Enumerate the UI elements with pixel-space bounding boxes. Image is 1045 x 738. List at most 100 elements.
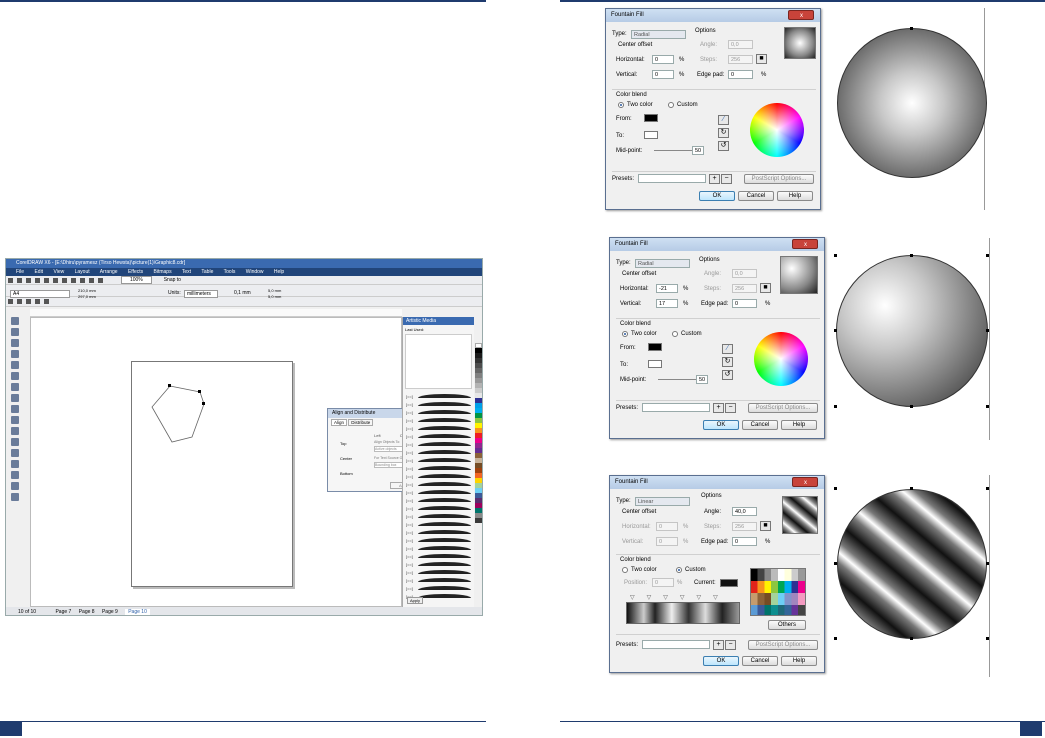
steps-field[interactable]: 256 xyxy=(728,55,753,64)
horizontal-field[interactable]: -21 xyxy=(656,284,678,293)
nudge-distance[interactable]: 0,1 mm xyxy=(234,290,251,296)
menu-tools[interactable]: Tools xyxy=(224,269,236,275)
lock-icon[interactable]: ■ xyxy=(760,521,771,531)
print-icon[interactable] xyxy=(35,278,40,283)
counterclockwise-path-icon[interactable]: ↻ xyxy=(722,357,733,367)
duplicate-y[interactable]: 5,0 mm xyxy=(268,294,281,299)
connector-tool-icon[interactable] xyxy=(11,449,19,457)
from-color-swatch[interactable] xyxy=(644,114,658,122)
tool-icon[interactable] xyxy=(44,299,49,304)
add-preset-icon[interactable]: + xyxy=(709,174,720,184)
brush-stroke-item[interactable]: [==] xyxy=(406,441,471,447)
zoom-tool-icon[interactable] xyxy=(11,350,19,358)
vertical-field[interactable]: 0 xyxy=(652,70,674,79)
export-icon[interactable] xyxy=(98,278,103,283)
close-icon[interactable] xyxy=(792,239,818,252)
custom-color-palette[interactable] xyxy=(750,568,806,616)
redo-icon[interactable] xyxy=(80,278,85,283)
counterclockwise-path-icon[interactable]: ↻ xyxy=(718,128,729,138)
menu-file[interactable]: File xyxy=(16,269,24,275)
cancel-button[interactable]: Cancel xyxy=(738,191,774,201)
dimension-tool-icon[interactable] xyxy=(11,438,19,446)
snap-to[interactable]: Snap to xyxy=(164,277,181,283)
cut-icon[interactable] xyxy=(44,278,49,283)
menu-layout[interactable]: Layout xyxy=(75,269,90,275)
page-width[interactable]: 210,0 mm xyxy=(78,288,96,293)
steps-field[interactable]: 256 xyxy=(732,522,757,531)
page-tab-active[interactable]: Page 10 xyxy=(125,609,150,615)
brush-stroke-item[interactable]: [==] xyxy=(406,465,471,471)
type-select[interactable]: Radial xyxy=(635,259,690,268)
brush-stroke-list[interactable]: [==] [==] [==] [==] [==] [==] [==] [==] … xyxy=(403,391,474,606)
brush-stroke-item[interactable]: [==] xyxy=(406,417,471,423)
menu-text[interactable]: Text xyxy=(182,269,191,275)
page-tab[interactable]: Page 7 xyxy=(55,609,71,615)
vertical-field[interactable]: 17 xyxy=(656,299,678,308)
midpoint-field[interactable]: 50 xyxy=(692,146,704,155)
lock-icon[interactable]: ■ xyxy=(760,283,771,293)
undo-icon[interactable] xyxy=(71,278,76,283)
menu-arrange[interactable]: Arrange xyxy=(100,269,118,275)
brush-stroke-item[interactable]: [==] xyxy=(406,457,471,463)
horizontal-field[interactable]: 0 xyxy=(656,522,678,531)
align-left-option[interactable]: Left xyxy=(374,433,381,438)
from-color-swatch[interactable] xyxy=(648,343,662,351)
units-select[interactable]: millimeters xyxy=(184,290,218,298)
color-wheel[interactable] xyxy=(754,332,808,386)
brush-stroke-item[interactable]: [==] xyxy=(406,529,471,535)
brush-stroke-item[interactable]: [==] xyxy=(406,513,471,519)
midpoint-field[interactable]: 50 xyxy=(696,375,708,384)
paste-icon[interactable] xyxy=(62,278,67,283)
page-height[interactable]: 297,0 mm xyxy=(78,294,96,299)
custom-radio[interactable] xyxy=(672,331,678,337)
horizontal-field[interactable]: 0 xyxy=(652,55,674,64)
pick-tool-icon[interactable] xyxy=(11,317,19,325)
align-top-option[interactable]: Top xyxy=(340,441,346,446)
menu-table[interactable]: Table xyxy=(201,269,213,275)
remove-preset-icon[interactable]: − xyxy=(725,403,736,413)
vertical-field[interactable]: 0 xyxy=(656,537,678,546)
steps-field[interactable]: 256 xyxy=(732,284,757,293)
last-used-list[interactable] xyxy=(405,334,472,389)
midpoint-slider[interactable] xyxy=(654,150,694,151)
rectangle-tool-icon[interactable] xyxy=(11,383,19,391)
brush-stroke-item[interactable]: [==] xyxy=(406,569,471,575)
midpoint-slider[interactable] xyxy=(658,379,698,380)
polygon-shape[interactable] xyxy=(132,362,292,462)
close-icon[interactable] xyxy=(792,477,818,490)
align-bottom-option[interactable]: Bottom xyxy=(340,471,353,476)
add-preset-icon[interactable]: + xyxy=(713,403,724,413)
brush-stroke-item[interactable]: [==] xyxy=(406,585,471,591)
two-color-radio[interactable] xyxy=(622,567,628,573)
align-middle-option[interactable]: Center xyxy=(340,456,352,461)
page-tab[interactable]: Page 9 xyxy=(102,609,118,615)
type-select[interactable]: Radial xyxy=(631,30,686,39)
smart-fill-icon[interactable] xyxy=(11,372,19,380)
menu-help[interactable]: Help xyxy=(274,269,284,275)
open-icon[interactable] xyxy=(17,278,22,283)
freehand-tool-icon[interactable] xyxy=(11,361,19,369)
docker-apply-button[interactable]: Apply xyxy=(407,597,423,604)
tool-icon[interactable] xyxy=(26,299,31,304)
crop-tool-icon[interactable] xyxy=(11,339,19,347)
brush-stroke-item[interactable]: [==] xyxy=(406,481,471,487)
lock-icon[interactable]: ■ xyxy=(756,54,767,64)
edge-pad-field[interactable]: 0 xyxy=(732,537,757,546)
remove-preset-icon[interactable]: − xyxy=(725,640,736,650)
tab-align[interactable]: Align xyxy=(331,419,348,426)
zoom-level[interactable]: 100% xyxy=(120,276,152,284)
add-preset-icon[interactable]: + xyxy=(713,640,724,650)
angle-field[interactable]: 40,0 xyxy=(732,507,757,516)
help-button[interactable]: Help xyxy=(781,656,817,666)
edge-pad-field[interactable]: 0 xyxy=(728,70,753,79)
brush-stroke-item[interactable]: [==] xyxy=(406,497,471,503)
swatch[interactable] xyxy=(475,518,482,523)
brush-stroke-item[interactable]: [==] xyxy=(406,409,471,415)
custom-radio[interactable] xyxy=(676,567,682,573)
ellipse-tool-icon[interactable] xyxy=(11,394,19,402)
import-icon[interactable] xyxy=(89,278,94,283)
angle-field[interactable]: 0,0 xyxy=(728,40,753,49)
menu-window[interactable]: Window xyxy=(246,269,264,275)
tool-icon[interactable] xyxy=(8,299,13,304)
clockwise-path-icon[interactable]: ↺ xyxy=(722,370,733,380)
